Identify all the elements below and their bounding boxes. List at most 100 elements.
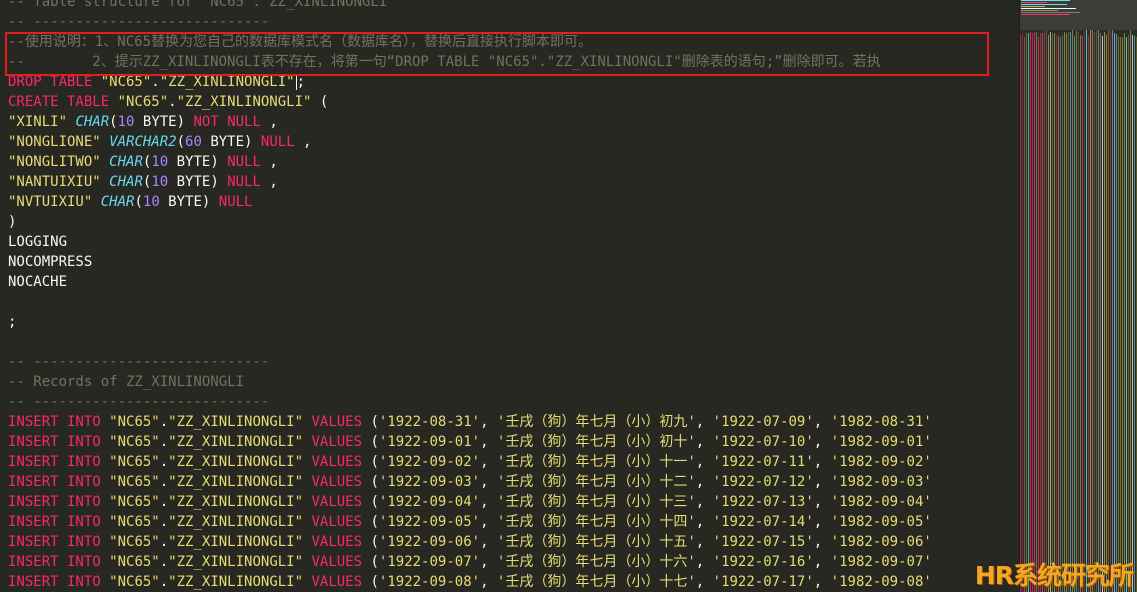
- minimap-stripe: [1062, 35, 1063, 592]
- code-token: ,: [813, 474, 831, 490]
- code-token: ,: [260, 174, 278, 190]
- code-token: ,: [480, 454, 497, 470]
- minimap-stripe: [1032, 33, 1033, 592]
- minimap-stripe: [1078, 32, 1079, 592]
- code-line[interactable]: CREATE TABLE "NC65"."ZZ_XINLINONGLI" (: [8, 92, 932, 112]
- code-line[interactable]: INSERT INTO "NC65"."ZZ_XINLINONGLI" VALU…: [8, 412, 932, 432]
- code-token: 10: [151, 154, 169, 170]
- code-line[interactable]: NOCACHE: [8, 272, 932, 292]
- code-line[interactable]: "NONGLITWO" CHAR(10 BYTE) NULL ,: [8, 152, 932, 172]
- code-line[interactable]: "NONGLIONE" VARCHAR2(60 BYTE) NULL ,: [8, 132, 932, 152]
- code-token: -- Table structure for "NC65"."ZZ_XINLIN…: [8, 0, 396, 10]
- code-token: '1922-07-17': [712, 574, 814, 590]
- code-token: .: [159, 574, 169, 590]
- code-token: ,: [695, 434, 713, 450]
- code-line[interactable]: LOGGING: [8, 232, 932, 252]
- code-token: '1922-09-05': [378, 514, 481, 530]
- minimap-stripe: [1084, 31, 1085, 592]
- code-line[interactable]: -- ----------------------------: [8, 352, 932, 372]
- minimap-stripe: [1038, 37, 1039, 592]
- code-token: LOGGING: [8, 234, 68, 250]
- code-token: INSERT INTO: [8, 534, 110, 550]
- code-line[interactable]: -- 2、提示ZZ_XINLINONGLI表不存在，将第一句“DROP TABL…: [8, 52, 932, 72]
- code-token: ,: [260, 114, 278, 130]
- code-token: -- ----------------------------: [8, 14, 270, 30]
- code-token: VALUES: [303, 454, 371, 470]
- code-token: ,: [813, 574, 831, 590]
- code-token: BYTE): [201, 134, 261, 150]
- code-token: ,: [480, 554, 497, 570]
- minimap-stripe: [1036, 32, 1037, 592]
- code-line[interactable]: "XINLI" CHAR(10 BYTE) NOT NULL ,: [8, 112, 932, 132]
- code-token: INSERT INTO: [8, 494, 110, 510]
- minimap[interactable]: [1019, 0, 1137, 592]
- code-token: .: [159, 494, 169, 510]
- minimap-stripe: [1050, 32, 1051, 592]
- code-line[interactable]: [8, 292, 932, 312]
- code-token: 10: [151, 174, 169, 190]
- code-line[interactable]: ;: [8, 312, 932, 332]
- code-token: (: [370, 574, 379, 590]
- code-token: BYTE): [134, 114, 194, 130]
- code-token: .: [159, 434, 169, 450]
- code-line[interactable]: INSERT INTO "NC65"."ZZ_XINLINONGLI" VALU…: [8, 472, 932, 492]
- code-line[interactable]: ): [8, 212, 932, 232]
- code-line[interactable]: INSERT INTO "NC65"."ZZ_XINLINONGLI" VALU…: [8, 492, 932, 512]
- code-token: NULL: [218, 194, 253, 210]
- code-line[interactable]: "NVTUIXIU" CHAR(10 BYTE) NULL: [8, 192, 932, 212]
- code-token: .: [168, 94, 177, 110]
- code-token: CHAR: [109, 174, 143, 190]
- code-token: '1982-09-03': [830, 474, 932, 490]
- minimap-stripe: [1108, 30, 1109, 592]
- code-token: '壬戌（狗）年七月（小）十六': [496, 554, 696, 570]
- code-line[interactable]: INSERT INTO "NC65"."ZZ_XINLINONGLI" VALU…: [8, 452, 932, 472]
- code-line[interactable]: DROP TABLE "NC65"."ZZ_XINLINONGLI";: [8, 72, 932, 92]
- minimap-stripe: [1064, 32, 1065, 592]
- code-token: VALUES: [303, 574, 371, 590]
- code-token: "NANTUIXIU": [8, 174, 101, 190]
- minimap-stripe: [1024, 37, 1025, 592]
- code-token: INSERT INTO: [8, 574, 110, 590]
- code-line[interactable]: -- Table structure for "NC65"."ZZ_XINLIN…: [8, 0, 932, 12]
- code-token: ,: [294, 134, 312, 150]
- minimap-viewport[interactable]: [1020, 0, 1137, 30]
- code-token: '壬戌（狗）年七月（小）十四': [496, 514, 696, 530]
- code-token: '1922-09-01': [378, 434, 481, 450]
- code-token: '壬戌（狗）年七月（小）十五': [496, 534, 696, 550]
- code-token: '1922-09-08': [378, 574, 481, 590]
- code-token: (: [109, 114, 118, 130]
- code-line[interactable]: "NANTUIXIU" CHAR(10 BYTE) NULL ,: [8, 172, 932, 192]
- code-token: DROP TABLE: [8, 74, 101, 90]
- code-token: "ZZ_XINLINONGLI": [168, 554, 304, 570]
- minimap-stripe: [1088, 36, 1089, 592]
- code-editor[interactable]: -- Table structure for "NC65"."ZZ_XINLIN…: [0, 0, 1019, 592]
- code-line[interactable]: INSERT INTO "NC65"."ZZ_XINLINONGLI" VALU…: [8, 512, 932, 532]
- minimap-stripe: [1132, 35, 1133, 592]
- code-line[interactable]: -- ----------------------------: [8, 392, 932, 412]
- code-token: "XINLI": [8, 114, 68, 130]
- code-line[interactable]: INSERT INTO "NC65"."ZZ_XINLINONGLI" VALU…: [8, 532, 932, 552]
- code-line[interactable]: INSERT INTO "NC65"."ZZ_XINLINONGLI" VALU…: [8, 572, 932, 592]
- code-lines: -- Table structure for "NC65"."ZZ_XINLIN…: [8, 0, 932, 592]
- minimap-stripe: [1082, 36, 1083, 592]
- code-line[interactable]: -- Records of ZZ_XINLINONGLI: [8, 372, 932, 392]
- code-line[interactable]: INSERT INTO "NC65"."ZZ_XINLINONGLI" VALU…: [8, 552, 932, 572]
- code-line[interactable]: -- ----------------------------: [8, 12, 932, 32]
- code-line[interactable]: [8, 332, 932, 352]
- code-line[interactable]: INSERT INTO "NC65"."ZZ_XINLINONGLI" VALU…: [8, 432, 932, 452]
- minimap-stripe: [1070, 32, 1071, 592]
- code-token: ,: [480, 474, 497, 490]
- code-token: ,: [813, 534, 831, 550]
- code-token: VALUES: [303, 554, 371, 570]
- code-token: INSERT INTO: [8, 454, 110, 470]
- code-token: '1922-07-15': [712, 534, 814, 550]
- code-token: '1922-07-16': [712, 554, 814, 570]
- code-token: ,: [813, 554, 831, 570]
- code-token: ): [8, 214, 17, 230]
- code-line[interactable]: --使用说明：1、NC65替换为您自己的数据库模式名（数据库名），替换后直接执行…: [8, 32, 932, 52]
- code-line[interactable]: NOCOMPRESS: [8, 252, 932, 272]
- code-token: ;: [8, 314, 17, 330]
- minimap-stripe: [1112, 30, 1113, 592]
- code-token: .: [159, 474, 169, 490]
